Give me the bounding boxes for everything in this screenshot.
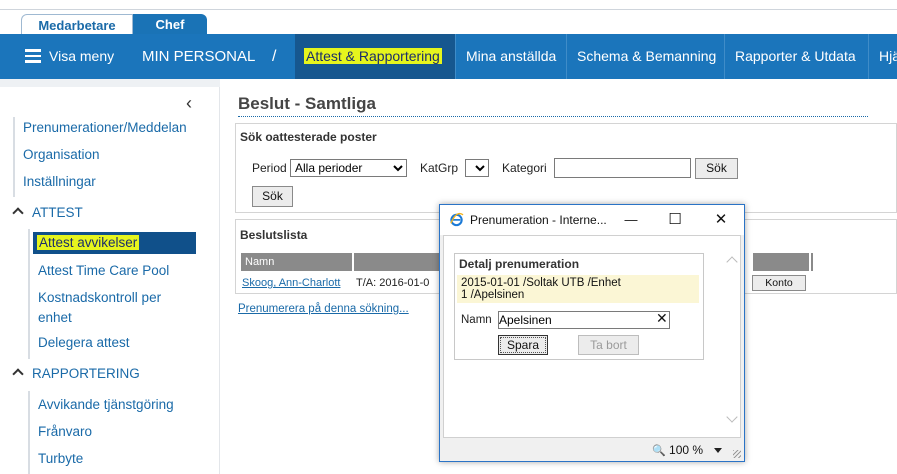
search-panel-title: Sök oattesterade poster xyxy=(240,130,377,144)
internet-explorer-icon xyxy=(450,212,464,227)
hamburger-icon[interactable] xyxy=(25,49,41,63)
row-text: T/A: 2016-01-0 xyxy=(356,277,430,289)
sidebar-indent-bar xyxy=(28,391,30,474)
zoom-level: 100 % xyxy=(669,443,704,457)
sidebar-indent-bar xyxy=(28,229,30,359)
katgrp-select[interactable] xyxy=(465,159,489,177)
nav-divider xyxy=(455,34,456,79)
save-button[interactable]: Spara xyxy=(498,335,548,355)
role-tab-chef[interactable]: Chef xyxy=(133,14,207,36)
role-tab-line xyxy=(0,9,897,10)
name-input[interactable] xyxy=(498,311,670,329)
decision-list-title: Beslutslista xyxy=(240,228,308,242)
column-header[interactable] xyxy=(354,253,441,271)
sidebar-item-attest-avvikelser[interactable]: Attest avvikelser xyxy=(33,232,196,254)
search-panel: Sök oattesterade poster Period Alla peri… xyxy=(235,123,897,213)
role-tab-medarbetare[interactable]: Medarbetare xyxy=(21,14,133,36)
nav-divider xyxy=(868,34,869,79)
scroll-down-icon[interactable] xyxy=(726,411,738,423)
role-tab-bar: Medarbetare Chef xyxy=(0,0,897,36)
column-header[interactable] xyxy=(753,253,811,271)
period-label: Period xyxy=(252,161,287,175)
katgrp-label: KatGrp xyxy=(420,161,459,175)
sidebar-item-avvikande-tjanstgoring[interactable]: Avvikande tjänstgöring xyxy=(38,397,174,412)
name-label: Namn xyxy=(461,314,492,326)
scroll-up-icon[interactable] xyxy=(726,256,738,268)
main-navbar: Visa meny MIN PERSONAL / Attest & Rappor… xyxy=(0,34,897,79)
caret-up-icon[interactable] xyxy=(12,207,24,219)
subscription-detail-group: Detalj prenumeration 2015-01-01 /Soltak … xyxy=(454,253,704,360)
sidebar-item-installningar[interactable]: Inställningar xyxy=(23,174,96,189)
subscription-period-line2: 1 /Apelsinen xyxy=(461,289,525,301)
column-header xyxy=(811,253,815,271)
kategori-input[interactable] xyxy=(554,158,691,178)
nav-item-schema-bemanning[interactable]: Schema & Bemanning xyxy=(577,34,716,79)
sidebar-item-attest-time-care-pool[interactable]: Attest Time Care Pool xyxy=(38,263,169,278)
maximize-icon[interactable]: ☐ xyxy=(664,209,686,231)
dialog-body: Detalj prenumeration 2015-01-01 /Soltak … xyxy=(443,235,741,438)
close-icon[interactable]: ✕ xyxy=(710,209,732,231)
subscription-period-line1: 2015-01-01 /Soltak UTB /Enhet xyxy=(461,277,621,289)
dialog-titlebar[interactable]: Prenumeration - Interne... — ☐ ✕ xyxy=(440,205,744,235)
subscribe-link[interactable]: Prenumerera på denna sökning... xyxy=(238,303,409,315)
sidebar-item-franvaro[interactable]: Frånvaro xyxy=(38,424,92,439)
nav-item-label: Attest & Rapportering xyxy=(304,48,442,64)
chevron-left-icon[interactable]: ‹ xyxy=(186,94,200,112)
sidebar: ‹ Prenumerationer/Meddelan Organisation … xyxy=(0,79,220,474)
nav-item-rapporter-utdata[interactable]: Rapporter & Utdata xyxy=(735,34,856,79)
zoom-dropdown-icon[interactable] xyxy=(714,448,722,453)
subscription-detail-title: Detalj prenumeration xyxy=(459,257,580,271)
nav-divider xyxy=(566,34,567,79)
sidebar-item-organisation[interactable]: Organisation xyxy=(23,147,100,162)
sidebar-item-kostnadskontroll-line2[interactable]: enhet xyxy=(38,310,72,325)
page-title: Beslut - Samtliga xyxy=(238,94,376,113)
dialog-statusbar: 🔍 100 % xyxy=(440,438,744,461)
sidebar-item-turbyte[interactable]: Turbyte xyxy=(38,451,83,466)
sidebar-gap xyxy=(0,79,220,87)
delete-button[interactable]: Ta bort xyxy=(578,335,639,355)
sidebar-item-delegera-attest[interactable]: Delegera attest xyxy=(38,335,130,350)
nav-separator: / xyxy=(272,48,277,65)
subscription-period: 2015-01-01 /Soltak UTB /Enhet 1 /Apelsin… xyxy=(457,275,699,303)
sidebar-item-prenumerationer[interactable]: Prenumerationer/Meddelan xyxy=(23,120,187,135)
zoom-control[interactable]: 🔍 100 % xyxy=(652,443,703,457)
minimize-icon[interactable]: — xyxy=(620,209,642,231)
dialog-title: Prenumeration - Interne... xyxy=(470,213,607,227)
period-select[interactable]: Alla perioder xyxy=(290,159,407,177)
subscription-dialog: Prenumeration - Interne... — ☐ ✕ Detalj … xyxy=(439,204,745,462)
search-button[interactable]: Sök xyxy=(695,158,738,179)
konto-button[interactable]: Konto xyxy=(752,275,806,291)
show-menu-button[interactable]: Visa meny xyxy=(49,34,114,79)
sidebar-group-rapportering[interactable]: RAPPORTERING xyxy=(32,366,140,381)
zoom-icon: 🔍 xyxy=(652,445,666,457)
nav-item-mina-anstallda[interactable]: Mina anställda xyxy=(466,34,556,79)
resize-grip-icon[interactable] xyxy=(733,450,741,458)
title-divider xyxy=(238,116,868,117)
column-header-namn[interactable]: Namn xyxy=(241,253,354,271)
clear-input-icon[interactable]: ✕ xyxy=(656,310,668,327)
search-button-secondary[interactable]: Sök xyxy=(252,186,293,207)
caret-up-icon[interactable] xyxy=(12,368,24,380)
sidebar-group-attest[interactable]: ATTEST xyxy=(32,205,83,220)
kategori-label: Kategori xyxy=(502,161,547,175)
sidebar-item-kostnadskontroll[interactable]: Kostnadskontroll per xyxy=(38,290,161,305)
sidebar-indent-bar xyxy=(13,117,15,197)
nav-item-attest-rapportering[interactable]: Attest & Rapportering xyxy=(295,34,455,79)
nav-item-hjalp[interactable]: Hjä xyxy=(879,34,897,79)
dialog-scrollbar[interactable] xyxy=(723,236,740,437)
nav-divider xyxy=(724,34,725,79)
sidebar-item-label: Attest avvikelser xyxy=(37,235,140,250)
nav-section-title: MIN PERSONAL xyxy=(142,48,256,65)
row-name-link[interactable]: Skoog, Ann-Charlott xyxy=(242,277,340,289)
